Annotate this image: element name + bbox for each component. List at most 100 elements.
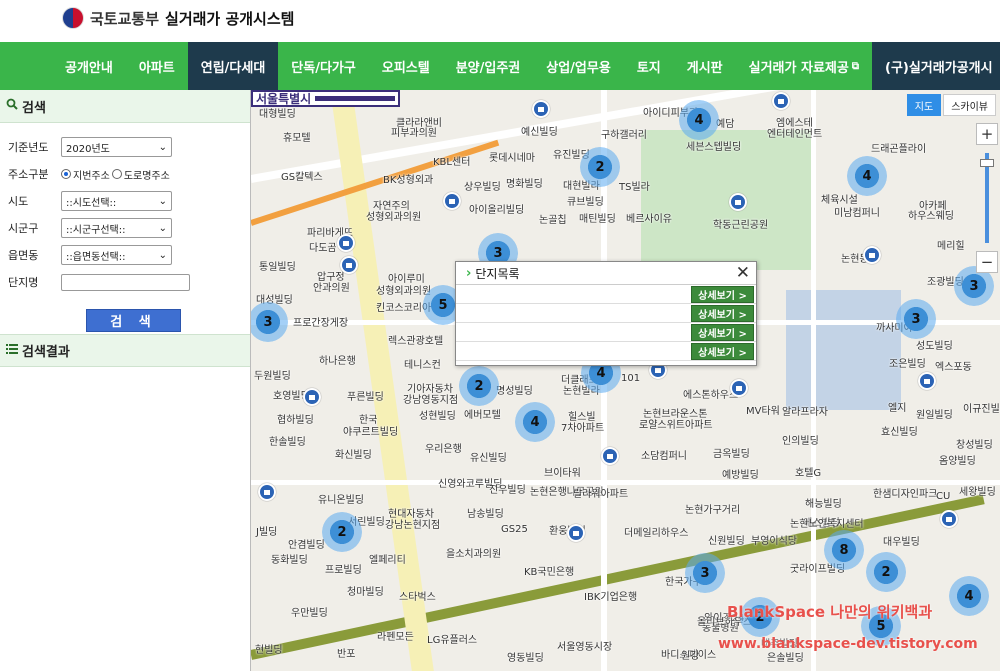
nav-item-apartment[interactable]: 아파트 bbox=[126, 42, 188, 90]
detail-view-button[interactable]: 상세보기 > bbox=[691, 305, 754, 322]
map-label: 하우스웨딩 bbox=[908, 211, 954, 222]
nav-item-detached[interactable]: 단독/다가구 bbox=[278, 42, 369, 90]
map-label: 소담컴퍼니 bbox=[641, 451, 687, 462]
transaction-cluster[interactable]: 4 bbox=[515, 402, 555, 442]
nav-item-guide[interactable]: 공개안내 bbox=[52, 42, 126, 90]
base-year-select[interactable]: 2020년도 ⌄ bbox=[61, 137, 172, 157]
building-pin-icon[interactable] bbox=[863, 246, 881, 264]
watermark-title: BlankSpace 나만의 위키백과 bbox=[727, 603, 933, 621]
map-label: 다도곰 bbox=[309, 243, 337, 254]
map-label: BK성형외과 bbox=[383, 175, 434, 186]
detail-view-button[interactable]: 상세보기 > bbox=[691, 324, 754, 341]
eupmyeon-select[interactable]: ::읍면동선택:: ⌄ bbox=[61, 245, 172, 265]
eupmyeon-label: 읍면동 bbox=[8, 249, 39, 262]
map-type-roadmap-button[interactable]: 지도 bbox=[906, 94, 942, 116]
transaction-cluster[interactable]: 3 bbox=[896, 299, 936, 339]
address-type-jibun-radio[interactable]: 지번주소 bbox=[61, 167, 110, 182]
map-label: 푸른빌딩 bbox=[347, 392, 384, 403]
complex-list-item: 상세보기 > bbox=[456, 285, 756, 304]
site-logo[interactable]: 국토교통부 실거래가 공개시스템 bbox=[62, 7, 294, 29]
complex-name-label: 단지명 bbox=[8, 276, 39, 289]
transaction-cluster[interactable]: 2 bbox=[866, 552, 906, 592]
watermark-url: www.blankspace-dev.tistory.com bbox=[718, 636, 978, 652]
map-label: 랄라워아파트 bbox=[573, 489, 629, 500]
chevron-down-icon: ⌄ bbox=[158, 222, 167, 234]
chevron-down-icon: ⌄ bbox=[158, 141, 167, 153]
building-pin-icon[interactable] bbox=[532, 100, 550, 118]
popup-close-button[interactable]: ✕ bbox=[736, 265, 750, 282]
building-pin-icon[interactable] bbox=[772, 92, 790, 110]
map-label: 드래곤플라이 bbox=[871, 144, 927, 155]
address-type-road-radio[interactable]: 도로명주소 bbox=[111, 167, 170, 182]
building-pin-icon[interactable] bbox=[918, 372, 936, 390]
sido-select[interactable]: ::시도선택:: ⌄ bbox=[61, 191, 172, 211]
building-pin-icon[interactable] bbox=[601, 447, 619, 465]
map-label: 베르사이유 bbox=[626, 214, 672, 225]
building-pin-icon[interactable] bbox=[303, 388, 321, 406]
zoom-slider[interactable] bbox=[980, 153, 994, 243]
map-label: 프로간장게장 bbox=[293, 318, 349, 329]
popup-header: › 단지목록 bbox=[456, 262, 756, 285]
sigungu-select[interactable]: ::시군구선택:: ⌄ bbox=[61, 218, 172, 238]
map-label: 유신빌딩 bbox=[470, 453, 507, 464]
eupmyeon-value: ::읍면동선택:: bbox=[66, 251, 126, 263]
map-label: 옴양빌딩 bbox=[939, 456, 976, 467]
zoom-slider-handle[interactable] bbox=[980, 159, 994, 167]
sigungu-value: ::시군구선택:: bbox=[66, 224, 126, 236]
map-label: 금옥빌딩 bbox=[713, 449, 750, 460]
map-label: 한샘디자인파크 bbox=[873, 489, 938, 500]
building-pin-icon[interactable] bbox=[340, 256, 358, 274]
nav-item-commercial[interactable]: 상업/업무용 bbox=[533, 42, 624, 90]
transaction-cluster[interactable]: 2 bbox=[459, 366, 499, 406]
map-label: 야쿠르트빌딩 bbox=[343, 427, 399, 438]
nav-item-officetel[interactable]: 오피스텔 bbox=[369, 42, 443, 90]
zoom-out-button[interactable]: − bbox=[976, 251, 998, 273]
transaction-cluster[interactable]: 4 bbox=[679, 100, 719, 140]
building-pin-icon[interactable] bbox=[258, 483, 276, 501]
address-type-road-label: 도로명주소 bbox=[123, 170, 170, 182]
nav-item-row-house[interactable]: 연립/다세대 bbox=[187, 42, 279, 90]
search-button[interactable]: 검 색 bbox=[86, 309, 181, 332]
map-view[interactable]: 서울특별시 대형빌딩 클라라앤비 피부과의원 휴모텔 GS칼텍스 BK성형외과 … bbox=[251, 90, 1000, 671]
transaction-cluster[interactable]: 8 bbox=[824, 530, 864, 570]
transaction-cluster[interactable]: 2 bbox=[322, 512, 362, 552]
map-label: 라펜모든 bbox=[377, 632, 414, 643]
map-label: 부영이식당 bbox=[751, 536, 797, 547]
building-pin-icon[interactable] bbox=[337, 234, 355, 252]
nav-item-board[interactable]: 게시판 bbox=[674, 42, 736, 90]
transaction-cluster[interactable]: 3 bbox=[685, 553, 725, 593]
detail-view-button[interactable]: 상세보기 > bbox=[691, 343, 754, 360]
map-label: 강남영동지점 bbox=[403, 395, 459, 406]
map-label: 반포 bbox=[337, 649, 356, 660]
nav-item-land[interactable]: 토지 bbox=[624, 42, 674, 90]
map-label: 로얄스위트아파트 bbox=[639, 420, 713, 431]
building-pin-icon[interactable] bbox=[567, 524, 585, 542]
zoom-in-button[interactable]: + bbox=[976, 123, 998, 145]
detail-view-button[interactable]: 상세보기 > bbox=[691, 286, 754, 303]
map-label: 강남논현지점 bbox=[385, 520, 441, 531]
sido-value: ::시도선택:: bbox=[66, 197, 117, 209]
map-type-skyview-button[interactable]: 스카이뷰 bbox=[943, 94, 996, 116]
map-label: 효신빌딩 bbox=[881, 427, 918, 438]
nav-item-presale[interactable]: 분양/입주권 bbox=[443, 42, 534, 90]
address-type-jibun-label: 지번주소 bbox=[73, 170, 110, 182]
nav-item-data-provision-label: 실거래가 자료제공 bbox=[748, 60, 849, 76]
nav-item-data-provision[interactable]: 실거래가 자료제공 ⧉ bbox=[736, 42, 872, 90]
transaction-cluster[interactable]: 2 bbox=[580, 147, 620, 187]
logo-system-text: 실거래가 공개시스템 bbox=[165, 9, 295, 28]
complex-name-input[interactable] bbox=[61, 273, 190, 291]
map-label: TS빌라 bbox=[619, 182, 650, 193]
building-pin-icon[interactable] bbox=[443, 192, 461, 210]
building-pin-icon[interactable] bbox=[940, 510, 958, 528]
transaction-cluster[interactable]: 4 bbox=[847, 156, 887, 196]
map-label: 성형외과의원 bbox=[366, 212, 422, 223]
building-pin-icon[interactable] bbox=[729, 193, 747, 211]
building-pin-icon[interactable] bbox=[730, 379, 748, 397]
nav-item-old-system[interactable]: (구)실거래가공개시 bbox=[872, 42, 1000, 90]
map-label: KBL센터 bbox=[433, 157, 471, 168]
map-label: 상우빌딩 bbox=[464, 182, 501, 193]
map-label: 이규진빌딩 bbox=[963, 404, 1000, 415]
map-label: 롯데시네마 bbox=[489, 153, 535, 164]
search-sidebar: 검색 기준년도 2020년도 ⌄ 주소구분 지번주소 도로명주소 시도 ::시도선… bbox=[0, 90, 251, 671]
transaction-cluster[interactable]: 4 bbox=[949, 576, 989, 616]
